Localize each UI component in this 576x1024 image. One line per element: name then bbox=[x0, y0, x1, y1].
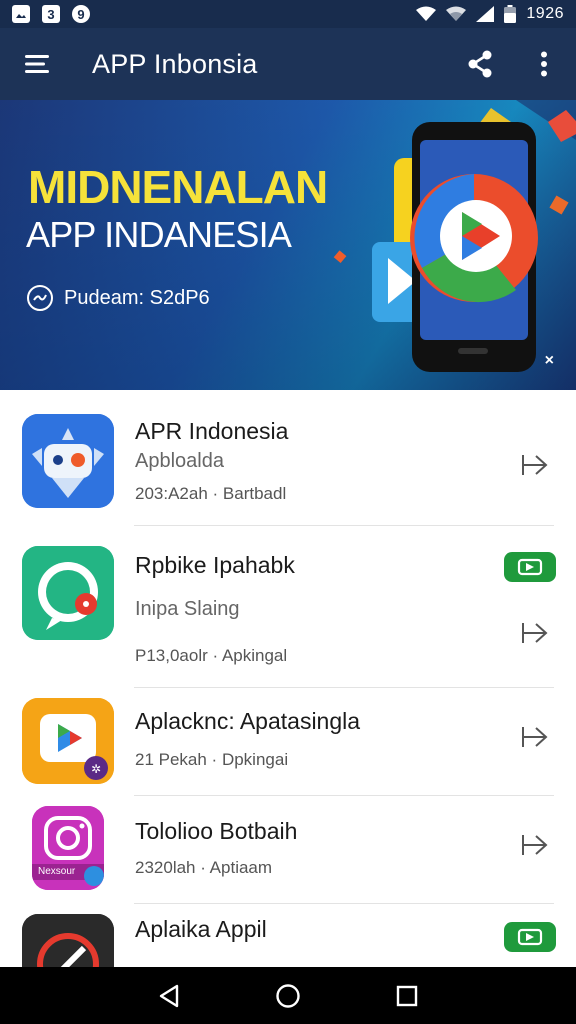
phone-illustration bbox=[333, 100, 576, 372]
list-item[interactable]: ✲ Aplacknc: Apatasingla 21 Pekah · Dpkin… bbox=[0, 688, 576, 796]
share-icon bbox=[468, 50, 492, 78]
app-icon-camera: Nexsour bbox=[32, 806, 104, 890]
system-nav-bar bbox=[0, 967, 576, 1024]
banner-close-button[interactable]: × bbox=[545, 352, 554, 370]
app-name: Rpbike Ipahabk bbox=[135, 552, 295, 578]
app-icon-compass bbox=[22, 914, 114, 967]
app-subtitle: Inipa Slaing bbox=[135, 598, 240, 620]
home-button[interactable] bbox=[264, 972, 312, 1020]
share-button[interactable] bbox=[448, 28, 512, 100]
open-arrow-icon bbox=[522, 623, 548, 643]
app-icon-chat bbox=[22, 546, 114, 640]
svg-text:✲: ✲ bbox=[91, 762, 101, 776]
recents-button[interactable] bbox=[383, 972, 431, 1020]
hamburger-menu-button[interactable] bbox=[0, 28, 76, 100]
back-button[interactable] bbox=[145, 972, 193, 1020]
promo-banner[interactable]: MIDNENALAN APP INDANESIA Pudeam: S2dP6 × bbox=[0, 100, 576, 390]
app-icon-play: ✲ bbox=[22, 698, 114, 784]
notification-3-icon: 3 bbox=[42, 5, 60, 23]
clock-icon bbox=[27, 285, 53, 311]
app-bar: APP Inbonsia bbox=[0, 28, 576, 100]
app-subtitle: Apbloalda bbox=[135, 450, 224, 472]
cell-signal-icon bbox=[476, 6, 495, 22]
app-icon-robot bbox=[22, 414, 114, 508]
status-left-icons: 3 9 bbox=[12, 5, 90, 23]
status-bar: 3 9 1926 bbox=[0, 0, 576, 28]
app-meta: 21 Pekah · Dpkingai bbox=[135, 750, 289, 769]
badge-icon bbox=[517, 928, 543, 946]
instagram-caption: Nexsour bbox=[38, 866, 76, 877]
battery-icon bbox=[504, 5, 517, 23]
open-app-button[interactable] bbox=[520, 618, 550, 648]
open-arrow-icon bbox=[522, 727, 548, 747]
list-item[interactable]: Rpbike Ipahabk Inipa Slaing P13,0aolr · … bbox=[0, 526, 576, 688]
app-name: Aplaika Appil bbox=[135, 916, 267, 942]
open-arrow-icon bbox=[522, 455, 548, 475]
banner-subline: APP INDANESIA bbox=[26, 214, 292, 255]
open-app-button[interactable] bbox=[520, 830, 550, 860]
more-vertical-icon bbox=[541, 51, 547, 77]
app-list: APR Indonesia Apbloalda 203:A2ah · Bartb… bbox=[0, 392, 576, 967]
app-meta: P13,0aolr · Apkingal bbox=[135, 646, 288, 665]
app-meta: 203:A2ah · Bartbadl bbox=[135, 484, 287, 503]
status-right-icons: 1926 bbox=[416, 5, 564, 23]
app-name: Tololioo Botbaih bbox=[135, 818, 298, 844]
badge-icon bbox=[517, 558, 543, 576]
banner-meta-text: Pudeam: S2dP6 bbox=[64, 286, 210, 309]
home-circle-icon bbox=[276, 983, 300, 1008]
install-badge-button[interactable] bbox=[504, 552, 556, 582]
recents-square-icon bbox=[396, 985, 417, 1006]
app-name: APR Indonesia bbox=[135, 418, 289, 444]
list-item[interactable]: Nexsour Tololioo Botbaih 2320lah · Aptia… bbox=[0, 796, 576, 904]
banner-meta: Pudeam: S2dP6 bbox=[26, 284, 210, 312]
app-meta: 2320lah · Aptiaam bbox=[135, 858, 273, 877]
list-item[interactable]: Aplaika Appil bbox=[0, 904, 576, 967]
banner-headline: MIDNENALAN bbox=[28, 161, 328, 213]
open-app-button[interactable] bbox=[520, 722, 550, 752]
signal-wifi-icon bbox=[446, 6, 467, 21]
app-name: Aplacknc: Apatasingla bbox=[135, 708, 361, 734]
open-arrow-icon bbox=[522, 835, 548, 855]
install-badge-button[interactable] bbox=[504, 922, 556, 952]
notification-9-icon: 9 bbox=[72, 5, 90, 23]
list-item[interactable]: APR Indonesia Apbloalda 203:A2ah · Bartb… bbox=[0, 392, 576, 526]
image-icon bbox=[12, 5, 30, 23]
back-triangle-icon bbox=[160, 984, 179, 1007]
app-title: APP Inbonsia bbox=[92, 48, 258, 79]
open-app-button[interactable] bbox=[520, 450, 550, 480]
hamburger-menu-icon bbox=[25, 55, 49, 73]
app-bar-actions bbox=[448, 28, 576, 100]
wifi-icon bbox=[416, 6, 437, 21]
status-time: 1926 bbox=[526, 5, 564, 22]
more-options-button[interactable] bbox=[512, 28, 576, 100]
